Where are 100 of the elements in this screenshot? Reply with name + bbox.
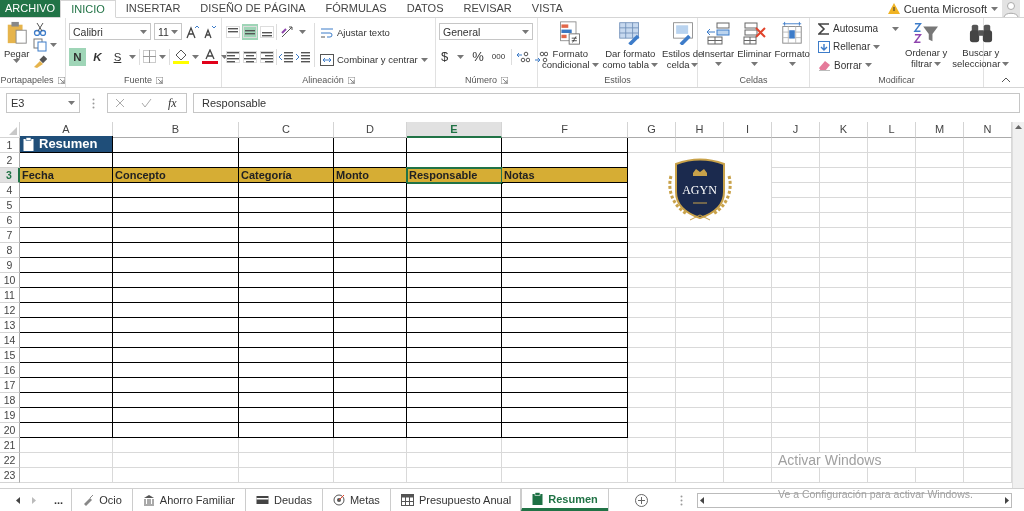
sheet-cell[interactable] <box>407 318 502 333</box>
column-header[interactable]: B <box>113 122 239 138</box>
column-header[interactable]: H <box>676 122 724 138</box>
column-header[interactable]: G <box>628 122 676 138</box>
sheet-cell[interactable] <box>502 198 628 213</box>
sheet-cell[interactable] <box>407 423 502 438</box>
sheet-tab[interactable]: Deudas <box>245 489 322 511</box>
thousands-button[interactable]: 000 <box>489 51 508 62</box>
sheet-cell[interactable] <box>113 318 239 333</box>
sheet-cell[interactable] <box>407 288 502 303</box>
number-format-dropdown[interactable]: General <box>439 23 533 40</box>
sheet-cell[interactable] <box>407 273 502 288</box>
percent-button[interactable]: % <box>470 48 486 65</box>
sheet-cell[interactable] <box>113 333 239 348</box>
middle-align-button[interactable] <box>242 23 258 40</box>
row-header[interactable]: 18 <box>0 393 20 408</box>
row-header[interactable]: 9 <box>0 258 20 273</box>
more-sheets-button[interactable]: ... <box>46 494 72 506</box>
sheet-cell[interactable] <box>502 348 628 363</box>
bottom-align-button[interactable] <box>259 23 275 40</box>
sheet-cell[interactable] <box>407 183 502 198</box>
sheet-cell[interactable] <box>239 258 334 273</box>
sheet-cell[interactable] <box>334 258 407 273</box>
sheet-cell[interactable] <box>239 348 334 363</box>
sheet-cell[interactable] <box>502 423 628 438</box>
account-name[interactable]: Cuenta Microsoft <box>903 2 987 15</box>
row-header[interactable]: 8 <box>0 243 20 258</box>
name-box[interactable]: E3 <box>6 93 80 113</box>
sheet-cell[interactable] <box>334 213 407 228</box>
sheet-cell[interactable] <box>113 408 239 423</box>
style-button[interactable]: Estilos de celda <box>661 21 705 73</box>
sheet-cell[interactable] <box>113 378 239 393</box>
sheet-cell[interactable] <box>113 348 239 363</box>
column-header[interactable]: E <box>407 122 502 138</box>
menu-tab[interactable]: REVISAR <box>453 0 522 17</box>
sheet-cell[interactable] <box>20 393 113 408</box>
merge-center-button[interactable]: Combinar y centrar <box>318 48 430 71</box>
sheet-cell[interactable] <box>239 318 334 333</box>
align-center-button[interactable] <box>242 48 258 65</box>
sheet-cell[interactable] <box>239 393 334 408</box>
sheet-cell[interactable] <box>113 213 239 228</box>
sheet-cell[interactable] <box>334 333 407 348</box>
sheet-cell[interactable] <box>407 213 502 228</box>
sheet-cell[interactable] <box>502 273 628 288</box>
sheet-cell[interactable] <box>239 408 334 423</box>
column-header[interactable]: J <box>772 122 820 138</box>
row-header[interactable]: 22 <box>0 453 20 468</box>
wrap-text-button[interactable]: Ajustar texto <box>318 21 392 44</box>
font-size-dropdown[interactable]: 11 <box>154 23 182 40</box>
sheet-cell[interactable] <box>502 213 628 228</box>
sheet-cell[interactable] <box>334 348 407 363</box>
sheet-cell[interactable] <box>239 228 334 243</box>
sheet-cell[interactable] <box>113 228 239 243</box>
edit-button[interactable]: Buscar y seleccionar <box>951 21 1011 73</box>
sheet-cell[interactable] <box>113 138 239 153</box>
row-header[interactable]: 4 <box>0 183 20 198</box>
sheet-cell[interactable] <box>113 363 239 378</box>
column-header[interactable]: M <box>916 122 964 138</box>
sheet-cell[interactable] <box>239 273 334 288</box>
sheet-cell[interactable] <box>407 258 502 273</box>
sheet-cell[interactable] <box>407 363 502 378</box>
sheet-cell[interactable] <box>20 348 113 363</box>
menu-tab[interactable]: DATOS <box>396 0 454 17</box>
style-button[interactable]: Formato condicional <box>541 21 600 73</box>
sheet-cell[interactable] <box>407 198 502 213</box>
menu-tab[interactable]: DISEÑO DE PÁGINA <box>190 0 316 17</box>
row-header[interactable]: 14 <box>0 333 20 348</box>
sheet-cell[interactable] <box>113 288 239 303</box>
sheet-cell[interactable] <box>334 198 407 213</box>
sheet-cell[interactable] <box>20 318 113 333</box>
edit-button[interactable]: Ordenar y filtrar <box>904 21 949 73</box>
row-header[interactable]: 10 <box>0 273 20 288</box>
header-cell[interactable]: Categoría <box>239 168 334 183</box>
sheet-cell[interactable] <box>502 228 628 243</box>
sheet-cell[interactable] <box>239 288 334 303</box>
sheet-cell[interactable] <box>113 198 239 213</box>
sheet-cell[interactable] <box>113 243 239 258</box>
insert-function-button[interactable]: fx <box>168 95 177 111</box>
sheet-cell[interactable] <box>20 198 113 213</box>
row-header[interactable]: 5 <box>0 198 20 213</box>
menu-tab[interactable]: INICIO <box>60 0 116 18</box>
font-name-dropdown[interactable]: Calibri <box>69 23 151 40</box>
sheet-cell[interactable] <box>334 318 407 333</box>
sheet-cell[interactable] <box>20 378 113 393</box>
row-header[interactable]: 6 <box>0 213 20 228</box>
sheet-cell[interactable] <box>334 363 407 378</box>
row-header[interactable]: 16 <box>0 363 20 378</box>
sheet-cell[interactable] <box>239 213 334 228</box>
header-cell[interactable]: Fecha <box>20 168 113 183</box>
sheet-cell[interactable] <box>407 348 502 363</box>
style-button[interactable]: Dar formato como tabla <box>601 21 660 73</box>
sheet-cell[interactable] <box>113 303 239 318</box>
sheet-cell[interactable] <box>20 258 113 273</box>
row-header[interactable]: 17 <box>0 378 20 393</box>
column-header[interactable]: D <box>334 122 407 138</box>
sheet-cell[interactable] <box>502 138 628 153</box>
sheet-cell[interactable] <box>239 423 334 438</box>
sheet-cell[interactable] <box>502 183 628 198</box>
sheet-cell[interactable] <box>239 138 334 153</box>
sheet-cell[interactable] <box>20 333 113 348</box>
